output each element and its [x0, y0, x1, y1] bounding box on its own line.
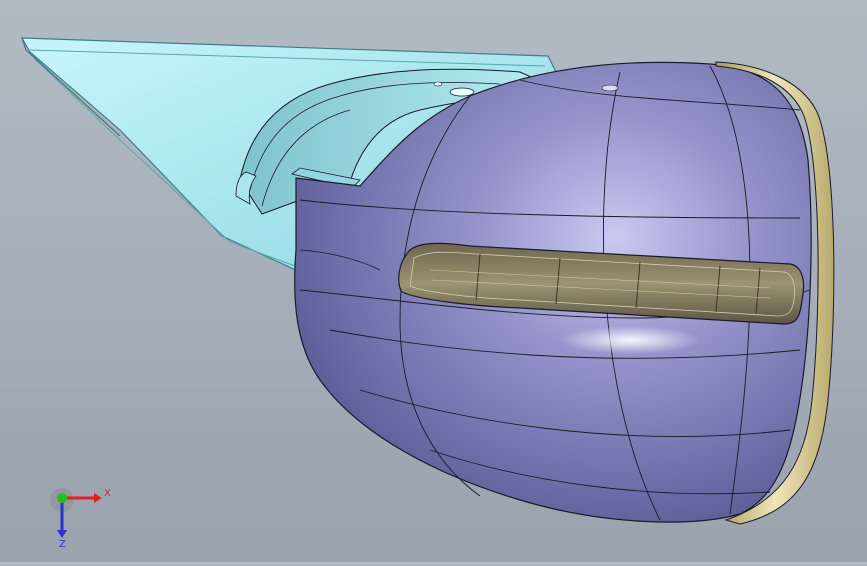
z-axis-label: Z — [59, 539, 66, 548]
coordinate-triad: X Z — [40, 478, 120, 550]
3d-viewport[interactable] — [0, 0, 867, 562]
x-axis-label: X — [104, 488, 111, 499]
mirror-model-render[interactable] — [0, 0, 867, 562]
y-axis-dot — [57, 493, 67, 503]
